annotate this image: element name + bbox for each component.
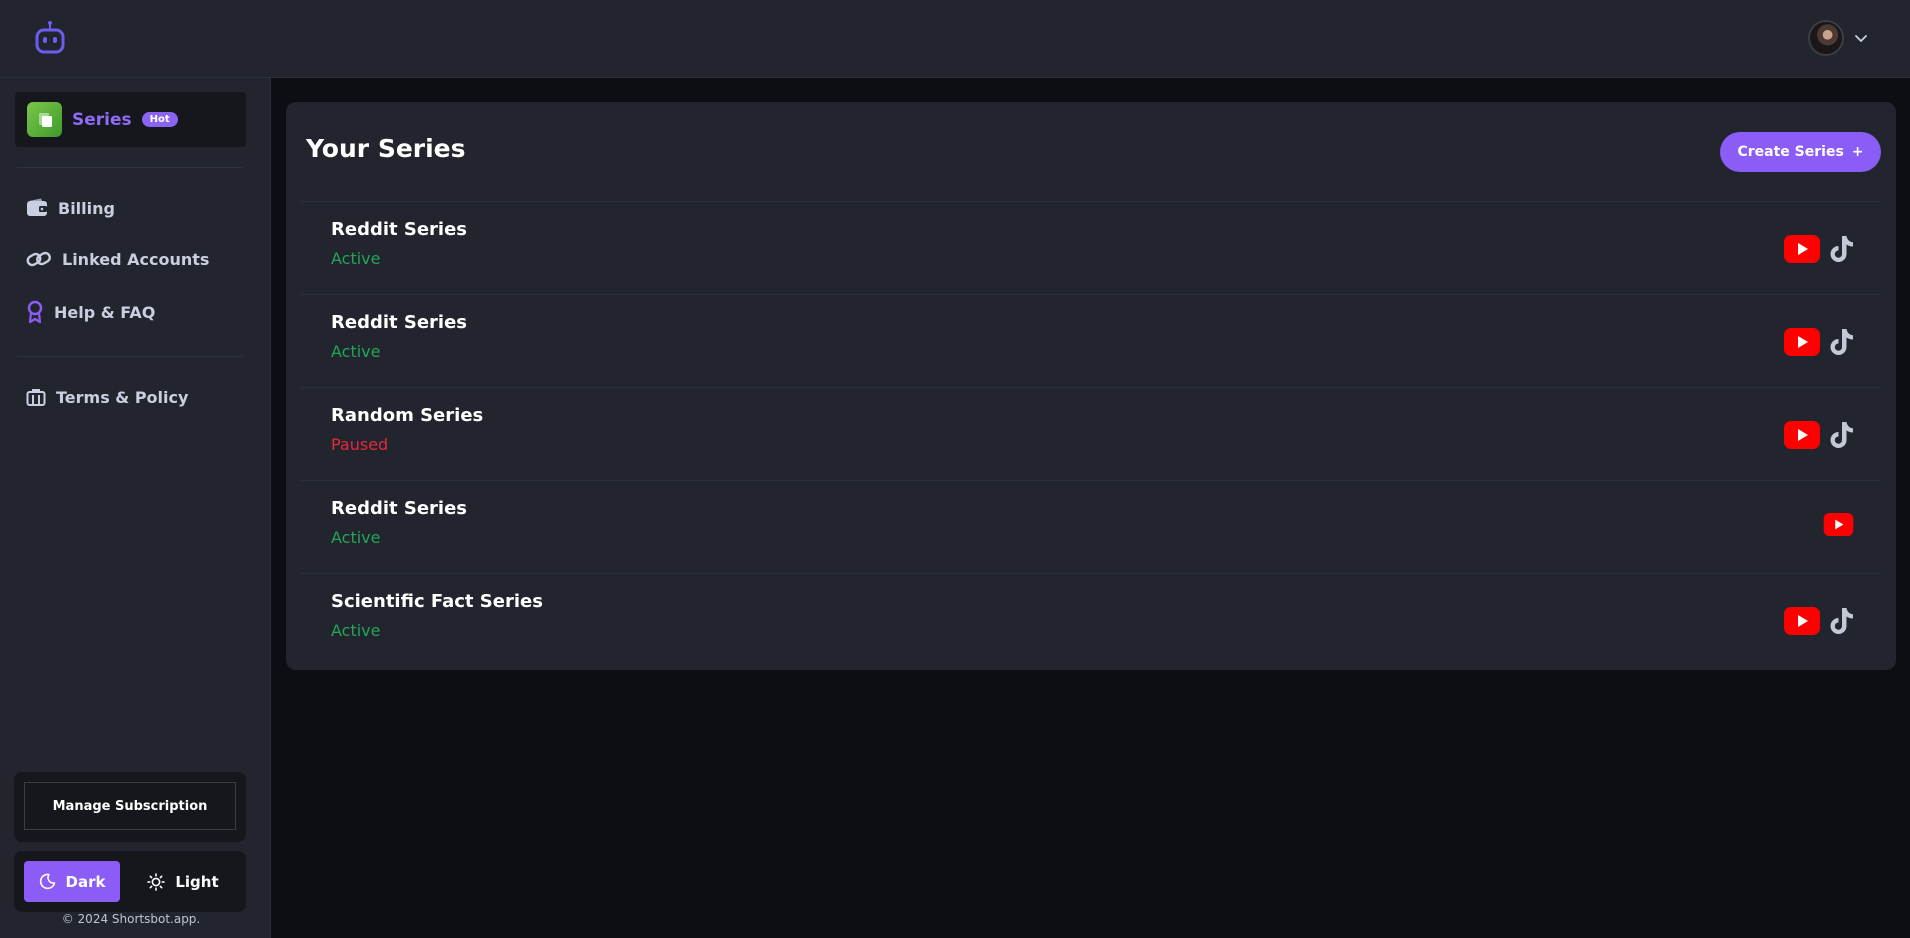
youtube-icon[interactable] — [1823, 513, 1854, 536]
series-row[interactable]: Reddit Series Active — [301, 294, 1881, 387]
user-menu[interactable] — [1808, 20, 1868, 56]
series-name: Scientific Fact Series — [331, 591, 543, 612]
tiktok-icon[interactable] — [1828, 606, 1854, 636]
robot-icon[interactable] — [34, 20, 66, 56]
series-name: Reddit Series — [331, 312, 468, 333]
plus-icon: + — [1851, 144, 1864, 160]
status-text: Active — [331, 528, 381, 547]
series-name: Random Series — [331, 405, 484, 426]
top-bar — [0, 0, 1910, 78]
sidebar-item-terms-policy[interactable]: Terms & Policy — [26, 387, 188, 407]
copy-icon — [27, 102, 62, 137]
sidebar-item-help-faq[interactable]: Help & FAQ — [26, 300, 155, 324]
sidebar-item-label: Linked Accounts — [62, 249, 210, 269]
series-row[interactable]: Reddit Series Active — [301, 201, 1881, 294]
sun-icon — [147, 872, 166, 891]
copyright-text: © 2024 Shortsbot.app. — [61, 912, 201, 926]
tiktok-icon[interactable] — [1828, 420, 1854, 450]
series-name: Reddit Series — [331, 219, 468, 240]
sidebar-item-billing[interactable]: Billing — [26, 198, 115, 218]
divider — [17, 356, 243, 357]
series-row[interactable]: Random Series Paused — [301, 387, 1881, 480]
manage-subscription-panel: Manage Subscription — [14, 772, 246, 842]
chevron-down-icon[interactable] — [1854, 31, 1868, 45]
status-text: Active — [331, 342, 381, 361]
status-text: Active — [331, 621, 381, 640]
sidebar-item-linked-accounts[interactable]: Linked Accounts — [26, 249, 209, 269]
sidebar-item-series[interactable]: Series Hot — [15, 92, 246, 147]
moon-icon — [39, 873, 55, 890]
sidebar-item-label: Help & FAQ — [54, 302, 156, 322]
series-row[interactable]: Reddit Series Active — [301, 480, 1881, 573]
create-series-button[interactable]: Create Series + — [1720, 132, 1881, 172]
user-avatar[interactable] — [1808, 20, 1844, 56]
platform-icons — [1784, 420, 1854, 450]
youtube-icon[interactable] — [1784, 421, 1820, 449]
series-card: Your Series Create Series + Reddit Serie… — [286, 102, 1896, 670]
series-list: Reddit Series Active Reddit Series Active … — [301, 201, 1881, 666]
link-icon — [26, 251, 51, 267]
light-theme-button[interactable]: Light — [130, 861, 236, 902]
divider — [17, 167, 243, 168]
sidebar-item-label: Terms & Policy — [56, 387, 189, 407]
platform-icons — [1823, 513, 1854, 536]
platform-icons — [1784, 327, 1854, 357]
series-name: Reddit Series — [331, 498, 468, 519]
series-row[interactable]: Scientific Fact Series Active — [301, 573, 1881, 666]
theme-toggle: Dark Light — [14, 851, 246, 912]
platform-icons — [1784, 606, 1854, 636]
sidebar: Series Hot Billing Linked Accounts Help … — [0, 78, 271, 938]
wallet-icon — [27, 198, 47, 216]
dark-theme-button[interactable]: Dark — [24, 861, 120, 902]
sidebar-item-label: Series — [72, 109, 132, 130]
hot-badge: Hot — [141, 112, 178, 127]
briefcase-icon — [26, 389, 46, 406]
award-icon — [27, 300, 43, 324]
status-text: Active — [331, 249, 381, 268]
status-text: Paused — [331, 435, 389, 454]
youtube-icon[interactable] — [1784, 607, 1820, 635]
youtube-icon[interactable] — [1784, 235, 1820, 263]
light-theme-label: Light — [175, 872, 219, 891]
tiktok-icon[interactable] — [1828, 234, 1854, 264]
manage-subscription-button[interactable]: Manage Subscription — [24, 782, 236, 830]
sidebar-item-label: Billing — [58, 198, 115, 218]
platform-icons — [1784, 234, 1854, 264]
youtube-icon[interactable] — [1784, 328, 1820, 356]
create-series-label: Create Series — [1737, 144, 1844, 160]
tiktok-icon[interactable] — [1828, 327, 1854, 357]
dark-theme-label: Dark — [65, 872, 106, 891]
page-title: Your Series — [306, 134, 466, 163]
